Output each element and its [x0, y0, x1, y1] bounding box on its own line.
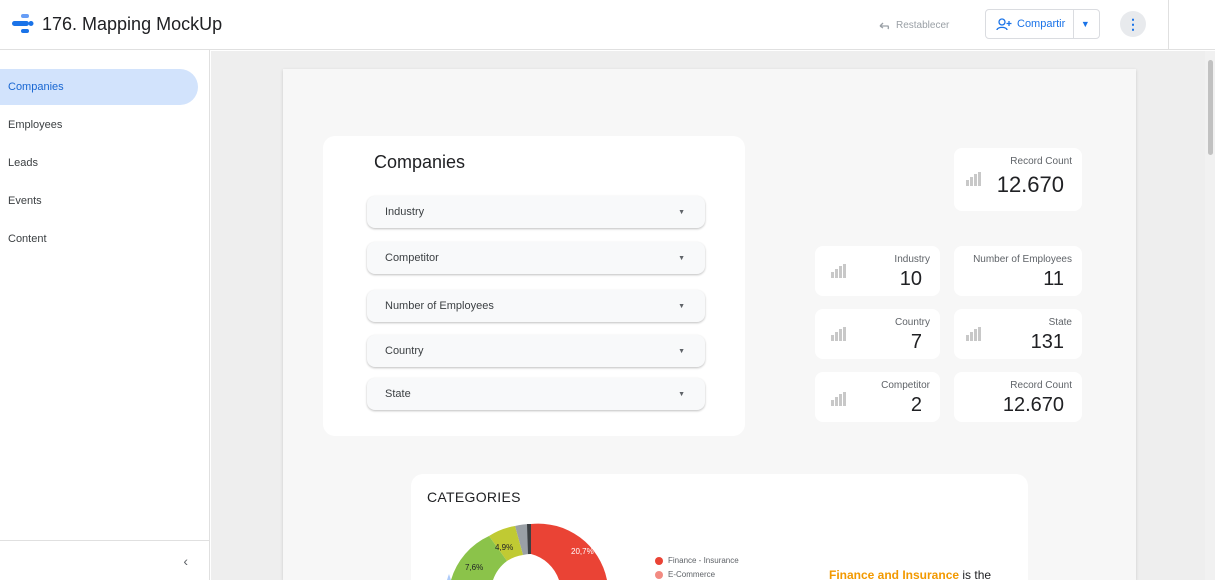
bar-chart-icon	[966, 327, 982, 341]
bar-chart-icon	[966, 172, 982, 186]
dropdown-label: State	[385, 388, 411, 400]
legend-label: Finance - Insurance	[668, 556, 739, 565]
legend-dot-icon	[655, 570, 663, 579]
header-divider	[1168, 0, 1169, 50]
reset-button-label: Restablecer	[896, 19, 950, 31]
categories-insight-text: Finance and Insurance is the	[829, 568, 991, 580]
share-dropdown-caret-icon[interactable]: ▼	[1074, 19, 1096, 29]
chevron-down-icon: ▼	[678, 390, 685, 398]
kpi-label: Country	[894, 317, 930, 328]
sidebar-item-leads[interactable]: Leads	[0, 145, 198, 181]
scrollbar-thumb[interactable]	[1208, 60, 1213, 155]
dropdown-label: Industry	[385, 206, 425, 218]
share-button[interactable]: Compartir ▼	[985, 9, 1100, 39]
sidebar-item-events[interactable]: Events	[0, 183, 198, 219]
kpi-card-state[interactable]: State 131	[954, 309, 1082, 359]
bar-chart-icon	[831, 264, 847, 278]
donut-slice-label: 20,7%	[571, 547, 594, 556]
sidebar-item-companies[interactable]: Companies	[0, 69, 198, 105]
legend-label: E-Commerce	[668, 570, 716, 579]
kpi-card-record-count[interactable]: Record Count 12.670	[954, 148, 1082, 211]
employees-filter-dropdown[interactable]: Number of Employees ▼	[367, 290, 705, 322]
chevron-down-icon: ▼	[678, 208, 685, 216]
kpi-card-record-count-secondary[interactable]: Record Count 12.670	[954, 372, 1082, 422]
kpi-card-number-of-employees[interactable]: Number of Employees 11	[954, 246, 1082, 296]
donut-slice-label: 4,9%	[495, 543, 513, 552]
donut-slice-light	[447, 574, 451, 580]
kpi-card-competitor[interactable]: Competitor 2	[815, 372, 940, 422]
country-filter-dropdown[interactable]: Country ▼	[367, 335, 705, 367]
undo-icon	[879, 22, 890, 30]
kpi-card-country[interactable]: Country 7	[815, 309, 940, 359]
chevron-down-icon: ▼	[678, 347, 685, 355]
more-options-icon[interactable]: ⋮	[1120, 11, 1146, 37]
state-filter-dropdown[interactable]: State ▼	[367, 378, 705, 410]
sidebar-item-label: Employees	[8, 119, 63, 131]
legend-item-e-commerce[interactable]: E-Commerce	[655, 570, 715, 579]
donut-slice-label: 7,6%	[465, 563, 483, 572]
sidebar-item-label: Content	[8, 233, 47, 245]
kpi-label: Record Count	[1010, 156, 1072, 167]
share-button-label: Compartir	[1017, 18, 1066, 30]
kpi-value: 12.670	[996, 172, 1064, 197]
app-header: 176. Mapping MockUp Restablecer Comparti…	[0, 0, 1215, 50]
legend-item-finance-insurance[interactable]: Finance - Insurance	[655, 556, 739, 565]
sidebar-item-label: Events	[8, 195, 42, 207]
chevron-down-icon: ▼	[678, 302, 685, 310]
industry-filter-dropdown[interactable]: Industry ▼	[367, 196, 705, 228]
kpi-label: Number of Employees	[973, 254, 1072, 265]
kpi-card-industry[interactable]: Industry 10	[815, 246, 940, 296]
kpi-value: 12.670	[1002, 394, 1064, 416]
donut-slice-finance-insurance	[531, 523, 607, 580]
kpi-value: 7	[910, 331, 922, 353]
report-title[interactable]: 176. Mapping MockUp	[42, 14, 222, 35]
kpi-label: Competitor	[881, 380, 930, 391]
looker-studio-logo-icon	[12, 14, 34, 33]
kpi-label: Industry	[894, 254, 930, 265]
sidebar-item-label: Companies	[8, 81, 64, 93]
insight-highlight: Finance and Insurance	[829, 568, 960, 580]
dropdown-label: Number of Employees	[385, 300, 494, 312]
sidebar-item-employees[interactable]: Employees	[0, 107, 198, 143]
bar-chart-icon	[831, 327, 847, 341]
add-person-icon	[996, 17, 1012, 30]
reset-button[interactable]: Restablecer	[872, 14, 955, 36]
dropdown-label: Competitor	[385, 252, 439, 264]
kpi-label: State	[1048, 317, 1072, 328]
dropdown-label: Country	[385, 345, 424, 357]
filter-panel-title: Companies	[374, 152, 466, 172]
chevron-down-icon: ▼	[678, 254, 685, 262]
sidebar-item-content[interactable]: Content	[0, 221, 198, 257]
insight-rest: is the	[959, 568, 992, 580]
bar-chart-icon	[831, 392, 847, 406]
legend-dot-icon	[655, 556, 663, 565]
collapse-sidebar-button[interactable]: ‹	[0, 540, 210, 580]
chevron-left-icon: ‹	[183, 552, 188, 569]
categories-title: CATEGORIES	[427, 489, 521, 505]
sidebar-item-label: Leads	[8, 157, 38, 169]
kpi-value: 2	[910, 394, 922, 416]
page-navigation-sidebar: Companies Employees Leads Events Content…	[0, 50, 210, 580]
kpi-value: 11	[1043, 268, 1064, 290]
competitor-filter-dropdown[interactable]: Competitor ▼	[367, 242, 705, 274]
kpi-value: 10	[899, 268, 922, 290]
kpi-value: 131	[1030, 331, 1064, 353]
kpi-label: Record Count	[1010, 380, 1072, 391]
